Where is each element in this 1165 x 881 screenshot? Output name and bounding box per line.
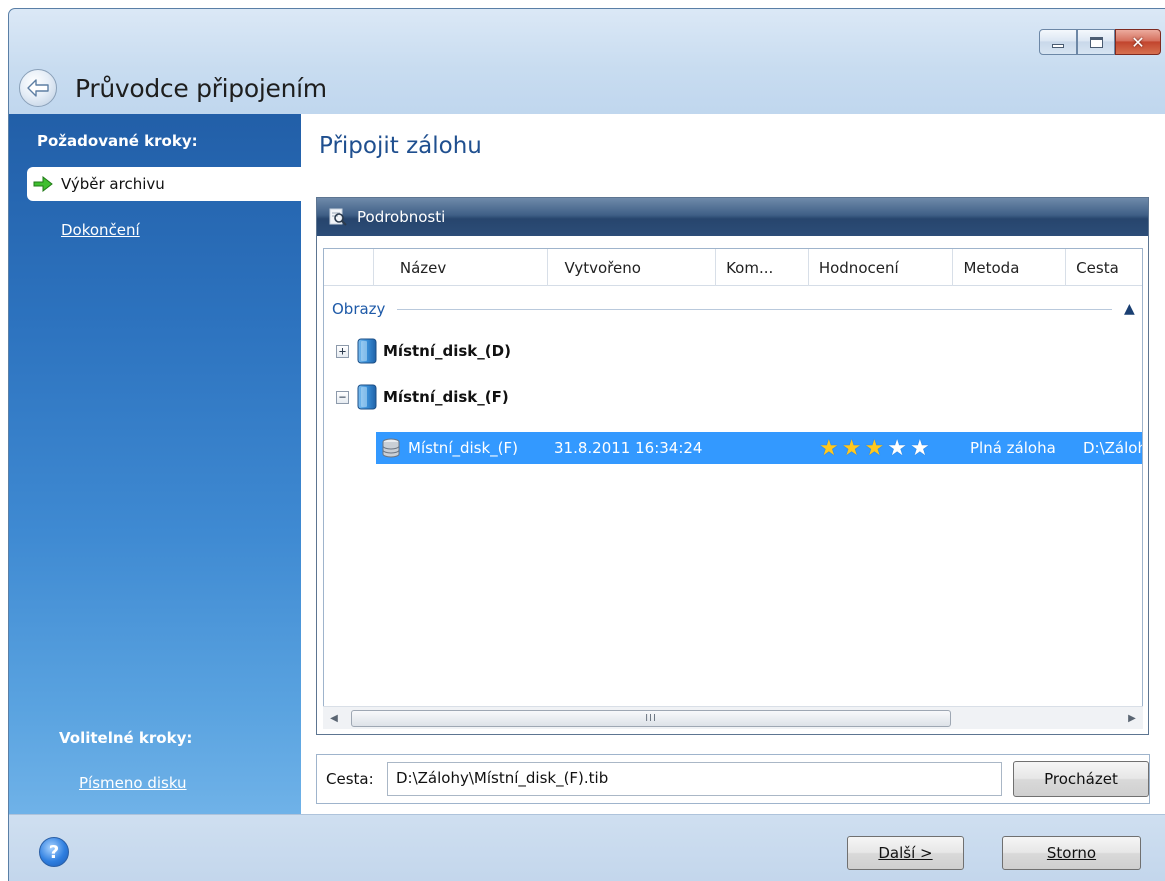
- scroll-left-icon[interactable]: ◀: [323, 707, 345, 729]
- tree-node-label: Místní_disk_(F): [383, 388, 509, 406]
- backup-path: D:\Zálohy: [1083, 439, 1142, 457]
- tree-node-disk-f[interactable]: − Místní_disk_(F): [336, 383, 509, 411]
- footer-bar: ? Další > Storno: [9, 814, 1165, 881]
- horizontal-scrollbar[interactable]: ◀ III ▶: [323, 706, 1143, 729]
- collapse-icon[interactable]: −: [336, 390, 349, 404]
- backup-row-selected[interactable]: Místní_disk_(F) 31.8.2011 16:34:24 ★ ★ ★ ★ ★…: [376, 432, 1142, 464]
- title-bar: Průvodce připojením: [19, 69, 327, 107]
- close-button[interactable]: ✕: [1115, 29, 1161, 55]
- wizard-window: ✕ Průvodce připojením Požadované kroky: …: [8, 8, 1165, 881]
- backup-archive-icon: [382, 438, 400, 458]
- scroll-thumb[interactable]: III: [351, 709, 951, 727]
- star-icon: ★: [887, 435, 907, 461]
- browse-button[interactable]: Procházet: [1013, 761, 1149, 797]
- window-title: Průvodce připojením: [75, 73, 327, 103]
- back-arrow-icon: [27, 79, 49, 97]
- next-button-label: Další >: [878, 844, 933, 862]
- sidebar-item-finish[interactable]: Dokončení: [61, 221, 140, 239]
- expand-icon[interactable]: +: [336, 344, 349, 358]
- back-button[interactable]: [19, 69, 57, 107]
- window-controls: ✕: [1039, 29, 1161, 55]
- details-panel: Podrobnosti Název Vytvořeno Kom... Hodno…: [316, 197, 1149, 735]
- help-icon[interactable]: ?: [39, 837, 69, 867]
- scroll-track[interactable]: III: [345, 709, 1121, 727]
- sidebar-item-drive-letter[interactable]: Písmeno disku: [79, 774, 187, 792]
- path-bar: Cesta: D:\Zálohy\Místní_disk_(F).tib Pro…: [316, 754, 1150, 804]
- column-header-created[interactable]: Vytvořeno: [548, 249, 717, 286]
- rating-stars: ★ ★ ★ ★ ★: [819, 436, 933, 461]
- page-title: Připojit zálohu: [319, 133, 482, 159]
- steps-sidebar: Požadované kroky: Výběr archivu Dokončen…: [9, 114, 301, 814]
- group-header-images[interactable]: Obrazy ▲: [332, 299, 1138, 319]
- column-header-comment[interactable]: Kom...: [716, 249, 809, 286]
- cancel-button-label: Storno: [1046, 844, 1097, 862]
- star-icon: ★: [909, 435, 930, 461]
- column-header-rating[interactable]: Hodnocení: [809, 249, 954, 286]
- panel-header: Podrobnosti: [317, 198, 1148, 236]
- cancel-button[interactable]: Storno: [1002, 836, 1141, 870]
- column-header-name[interactable]: Název: [374, 249, 549, 286]
- tree-node-disk-d[interactable]: + Místní_disk_(D): [336, 337, 511, 365]
- group-label: Obrazy: [332, 300, 386, 318]
- sidebar-item-archive-selection[interactable]: Výběr archivu: [27, 167, 301, 201]
- backup-cell-name: Místní_disk_(F): [380, 432, 518, 464]
- required-steps-heading: Požadované kroky:: [37, 132, 198, 150]
- backup-created: 31.8.2011 16:34:24: [554, 439, 703, 457]
- column-header-path[interactable]: Cesta: [1066, 249, 1142, 286]
- column-header-blank: [324, 249, 374, 286]
- backup-rating: ★ ★ ★ ★ ★: [819, 432, 933, 464]
- details-magnifier-icon: [329, 208, 347, 226]
- path-label: Cesta:: [326, 770, 374, 788]
- tree-node-label: Místní_disk_(D): [383, 342, 511, 360]
- column-header-row: Název Vytvořeno Kom... Hodnocení Metoda …: [324, 249, 1142, 286]
- maximize-button[interactable]: [1077, 29, 1115, 55]
- maximize-icon: [1089, 36, 1103, 48]
- archive-list: Název Vytvořeno Kom... Hodnocení Metoda …: [323, 248, 1143, 718]
- backup-method: Plná záloha: [970, 439, 1056, 457]
- minimize-icon: [1052, 44, 1064, 48]
- panel-title: Podrobnosti: [357, 208, 446, 226]
- star-icon: ★: [819, 435, 839, 461]
- disk-icon: [357, 384, 377, 410]
- optional-steps-heading: Volitelné kroky:: [59, 729, 193, 747]
- scroll-right-icon[interactable]: ▶: [1121, 707, 1143, 729]
- column-header-method[interactable]: Metoda: [953, 249, 1067, 286]
- minimize-button[interactable]: [1039, 29, 1077, 55]
- star-icon: ★: [864, 435, 885, 461]
- group-divider: [397, 308, 1112, 310]
- close-icon: ✕: [1131, 32, 1145, 52]
- sidebar-item-label: Výběr archivu: [61, 175, 165, 193]
- backup-name: Místní_disk_(F): [408, 439, 519, 457]
- collapse-chevron-icon[interactable]: ▲: [1124, 301, 1138, 317]
- path-input[interactable]: D:\Zálohy\Místní_disk_(F).tib: [387, 762, 1002, 796]
- next-button[interactable]: Další >: [847, 836, 964, 870]
- star-icon: ★: [841, 435, 862, 461]
- disk-icon: [357, 338, 377, 364]
- green-arrow-icon: [33, 176, 53, 192]
